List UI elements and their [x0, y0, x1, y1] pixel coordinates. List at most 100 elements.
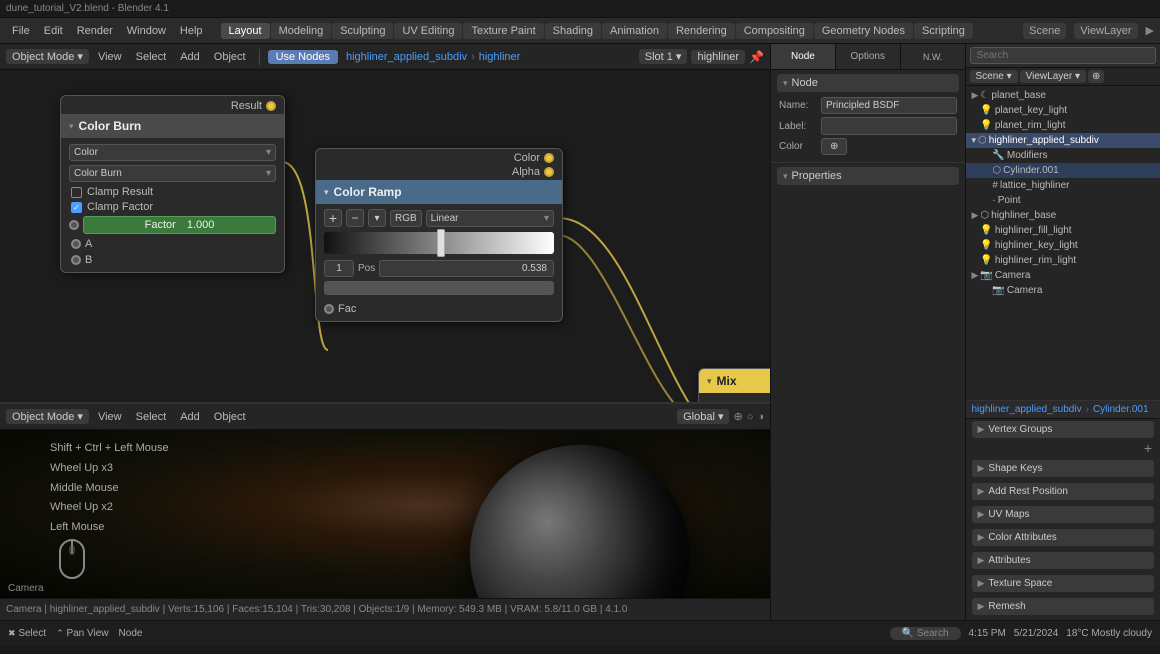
- viewport-shade[interactable]: ◑: [757, 411, 764, 423]
- search-bar[interactable]: 🔍 Search: [890, 627, 961, 640]
- tree-item-modifiers[interactable]: ▶ 🔧 Modifiers: [966, 148, 1160, 163]
- clamp-result-checkbox[interactable]: [71, 187, 82, 198]
- shape-keys-header[interactable]: ▶ Shape Keys: [972, 460, 1155, 477]
- viewport-object-menu[interactable]: Object: [209, 410, 251, 424]
- menu-render[interactable]: Render: [71, 23, 119, 39]
- tab-sculpting[interactable]: Sculpting: [332, 23, 393, 39]
- tab-uv[interactable]: UV Editing: [394, 23, 462, 39]
- viewport-add-menu[interactable]: Add: [175, 410, 205, 424]
- ramp-handle-1[interactable]: [437, 229, 445, 257]
- node-color-ramp-header[interactable]: ▾ Color Ramp: [316, 180, 562, 204]
- breadcrumb-object[interactable]: highliner_applied_subdiv: [346, 51, 467, 63]
- menu-help[interactable]: Help: [174, 23, 209, 39]
- tab-rendering[interactable]: Rendering: [668, 23, 735, 39]
- tab-compositing[interactable]: Compositing: [736, 23, 813, 39]
- viewlayer-select[interactable]: ViewLayer: [1074, 23, 1137, 39]
- blend-type-select[interactable]: Color ▾: [69, 144, 276, 161]
- name-input[interactable]: Principled BSDF: [821, 97, 957, 114]
- object-menu[interactable]: Object: [209, 50, 251, 64]
- blend-mode-select[interactable]: Color Burn ▾: [69, 165, 276, 182]
- add-rest-position-header[interactable]: ▶ Add Rest Position: [972, 483, 1155, 500]
- clamp-factor-checkbox[interactable]: ✓: [71, 202, 82, 213]
- tab-node-wrangler[interactable]: N.W.: [901, 44, 965, 69]
- node-color-burn-header[interactable]: ▾ Color Burn: [61, 114, 284, 138]
- tree-item-planet-rim[interactable]: ▶ 💡 planet_rim_light: [966, 118, 1160, 133]
- stop-index-input[interactable]: 1: [324, 260, 354, 277]
- filter-btn[interactable]: ⊕: [1088, 70, 1104, 83]
- tree-item-camera-parent[interactable]: ▶ 📷 Camera: [966, 268, 1160, 283]
- tree-item-planet-key[interactable]: ▶ 💡 planet_key_light: [966, 103, 1160, 118]
- menu-window[interactable]: Window: [121, 23, 172, 39]
- vertex-groups-add-btn[interactable]: +: [972, 440, 1155, 456]
- node-mix-header[interactable]: ▾ Mix: [699, 369, 770, 393]
- tab-node[interactable]: Node: [771, 44, 836, 69]
- tree-item-lattice[interactable]: ▶ # lattice_highliner: [966, 178, 1160, 193]
- use-nodes-btn[interactable]: Use Nodes: [268, 50, 338, 64]
- tree-item-point[interactable]: ▶ · Point: [966, 193, 1160, 208]
- add-menu[interactable]: Add: [175, 50, 205, 64]
- tree-item-highliner-base[interactable]: ▶ ⬡ highliner_base: [966, 208, 1160, 223]
- node-color-ramp[interactable]: Color Alpha ▾ Color Ramp: [315, 148, 563, 322]
- tab-shading[interactable]: Shading: [545, 23, 601, 39]
- select-menu[interactable]: Select: [131, 50, 172, 64]
- viewport-global[interactable]: Global ▾: [677, 409, 729, 424]
- collapse-arrow-ramp[interactable]: ▾: [324, 187, 329, 198]
- node-color-burn[interactable]: Result ▾ Color Burn Color: [60, 95, 285, 273]
- color-mode-select[interactable]: RGB: [390, 210, 422, 227]
- breadcrumb-mesh[interactable]: Cylinder.001: [1093, 404, 1149, 415]
- uv-maps-header[interactable]: ▶ UV Maps: [972, 506, 1155, 523]
- pos-value-input[interactable]: 0.538: [379, 260, 554, 277]
- tree-item-camera-child[interactable]: ▶ 📷 Camera: [966, 283, 1160, 298]
- viewlayer-selector[interactable]: ViewLayer ▾: [1020, 70, 1086, 83]
- tree-item-planet-base[interactable]: ▶ ☾ planet_base: [966, 88, 1160, 103]
- vertex-groups-header[interactable]: ▶ Vertex Groups: [972, 421, 1155, 438]
- highlight-active[interactable]: highliner: [691, 50, 745, 64]
- tree-item-highliner-key[interactable]: ▶ 💡 highliner_key_light: [966, 238, 1160, 253]
- menu-edit[interactable]: Edit: [38, 23, 69, 39]
- pin-icon[interactable]: 📌: [749, 50, 764, 64]
- tab-layout[interactable]: Layout: [221, 23, 270, 39]
- mode-select[interactable]: Object Mode ▾: [6, 49, 89, 64]
- tab-geometry-nodes[interactable]: Geometry Nodes: [814, 23, 913, 39]
- ramp-add-btn[interactable]: +: [324, 209, 342, 227]
- tab-scripting[interactable]: Scripting: [914, 23, 973, 39]
- node-mix[interactable]: ▾ Mix Result: [698, 368, 770, 402]
- scene-selector[interactable]: Scene ▾: [970, 70, 1018, 83]
- ramp-bar[interactable]: [324, 232, 554, 254]
- interpolation-select[interactable]: Linear ▾: [426, 210, 554, 227]
- tree-item-highliner-fill[interactable]: ▶ 💡 highliner_fill_light: [966, 223, 1160, 238]
- attributes-header[interactable]: ▶ Attributes: [972, 552, 1155, 569]
- slot-select[interactable]: Slot 1 ▾: [639, 49, 688, 64]
- texture-space-header[interactable]: ▶ Texture Space: [972, 575, 1155, 592]
- render-icon[interactable]: ▶: [1146, 24, 1154, 37]
- color-attributes-header[interactable]: ▶ Color Attributes: [972, 529, 1155, 546]
- options-btn[interactable]: ⊕: [821, 138, 847, 155]
- tree-item-cylinder[interactable]: ▶ ⬡ Cylinder.001: [966, 163, 1160, 178]
- tab-texture-paint[interactable]: Texture Paint: [463, 23, 543, 39]
- breadcrumb-node[interactable]: highliner: [479, 51, 521, 63]
- tree-item-highliner-rim[interactable]: ▶ 💡 highliner_rim_light: [966, 253, 1160, 268]
- collapse-arrow[interactable]: ▾: [69, 121, 74, 132]
- tree-item-highliner-subdiv[interactable]: ▾ ⬡ highliner_applied_subdiv: [966, 133, 1160, 148]
- menu-file[interactable]: File: [6, 23, 36, 39]
- viewport-mode-select[interactable]: Object Mode ▾: [6, 409, 89, 424]
- scene-search[interactable]: [970, 47, 1157, 64]
- mix-collapse[interactable]: ▾: [707, 376, 712, 387]
- viewport-controls[interactable]: ⊕: [733, 410, 742, 423]
- engine-select[interactable]: Scene: [1023, 23, 1066, 39]
- tab-modeling[interactable]: Modeling: [271, 23, 332, 39]
- tab-animation[interactable]: Animation: [602, 23, 667, 39]
- ramp-remove-btn[interactable]: −: [346, 209, 364, 227]
- factor-input[interactable]: Factor 1.000: [83, 216, 276, 234]
- remesh-header[interactable]: ▶ Remesh: [972, 598, 1155, 615]
- breadcrumb-obj[interactable]: highliner_applied_subdiv: [972, 404, 1082, 415]
- ramp-options-btn[interactable]: ▾: [368, 209, 386, 227]
- label-input[interactable]: [821, 117, 957, 135]
- viewport-view-menu[interactable]: View: [93, 410, 127, 424]
- viewport-render-mode[interactable]: ○: [747, 411, 754, 423]
- alpha-bar-visual[interactable]: [324, 281, 554, 295]
- view-menu[interactable]: View: [93, 50, 127, 64]
- node-section-header[interactable]: ▾ Node: [777, 74, 959, 92]
- properties-header[interactable]: ▾ Properties: [777, 167, 959, 185]
- viewport-select-menu[interactable]: Select: [131, 410, 172, 424]
